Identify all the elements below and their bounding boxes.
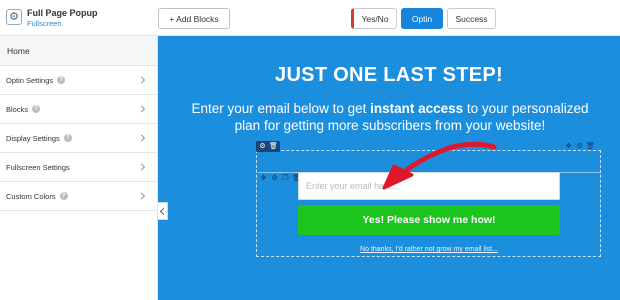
move-icon[interactable]: ✥	[259, 174, 268, 183]
duplicate-icon[interactable]: ❐	[281, 174, 290, 183]
tab-yes-no[interactable]: Yes/No	[351, 8, 397, 29]
block-controls-right: ✥ ⚙ 🗑	[562, 141, 597, 152]
optin-block-outline[interactable]	[256, 150, 601, 257]
sidebar-item-home[interactable]: Home	[0, 36, 157, 66]
block-toolbar: ⚙ 🗑	[256, 141, 280, 152]
sidebar-item-label: Custom Colors	[6, 191, 56, 201]
sidebar-item-blocks[interactable]: Blocks ?	[0, 95, 157, 124]
chevron-right-icon	[137, 134, 146, 142]
subtext-bold: instant access	[370, 101, 464, 116]
app-title: Full Page Popup	[27, 8, 98, 18]
collapse-sidebar-button[interactable]	[158, 202, 168, 220]
sidebar-item-label: Blocks	[6, 104, 29, 114]
chevron-right-icon	[137, 163, 146, 171]
tab-success[interactable]: Success	[447, 8, 496, 29]
sidebar-item-label: Fullscreen Settings	[6, 162, 70, 172]
sidebar: Home Optin Settings ? Blocks ? Display S…	[0, 36, 158, 300]
submit-button[interactable]: Yes! Please show me how!	[298, 205, 560, 235]
top-bar: ⚙ Full Page Popup Fullscreen + Add Block…	[0, 0, 620, 36]
field-controls: ✥ ⚙ ❐ 🗑	[257, 173, 303, 184]
help-icon[interactable]: ?	[32, 105, 41, 113]
gear-icon[interactable]: ⚙	[575, 142, 584, 151]
sidebar-item-label: Display Settings	[6, 133, 60, 143]
app-subtitle: Fullscreen	[27, 19, 62, 28]
sidebar-item-label: Optin Settings	[6, 75, 54, 85]
sidebar-item-custom-colors[interactable]: Custom Colors ?	[0, 182, 157, 211]
gear-icon[interactable]: ⚙	[270, 174, 279, 183]
chevron-right-icon	[137, 192, 146, 200]
trash-icon[interactable]: 🗑	[269, 142, 278, 151]
decline-link[interactable]: No thanks, I'd rather not grow my email …	[298, 246, 560, 253]
tab-optin[interactable]: Optin	[401, 8, 443, 29]
help-icon[interactable]: ?	[59, 192, 68, 200]
sidebar-item-fullscreen-settings[interactable]: Fullscreen Settings	[0, 153, 157, 182]
email-field[interactable]	[298, 172, 560, 200]
sidebar-item-display-settings[interactable]: Display Settings ?	[0, 124, 157, 153]
popup-headline[interactable]: JUST ONE LAST STEP!	[158, 64, 620, 87]
add-blocks-button[interactable]: + Add Blocks	[158, 8, 230, 29]
help-icon[interactable]: ?	[57, 76, 66, 84]
chevron-right-icon	[137, 105, 146, 113]
gear-icon[interactable]: ⚙	[6, 9, 22, 25]
subtext-part-1: Enter your email below to get	[191, 101, 371, 116]
chevron-right-icon	[137, 76, 146, 84]
popup-subtext[interactable]: Enter your email below to get instant ac…	[180, 100, 600, 134]
gear-icon[interactable]: ⚙	[258, 142, 267, 151]
trash-icon[interactable]: 🗑	[586, 142, 595, 151]
chevron-left-icon	[159, 207, 168, 215]
help-icon[interactable]: ?	[63, 134, 72, 142]
move-icon[interactable]: ✥	[564, 142, 573, 151]
sidebar-item-optin-settings[interactable]: Optin Settings ?	[0, 66, 157, 95]
